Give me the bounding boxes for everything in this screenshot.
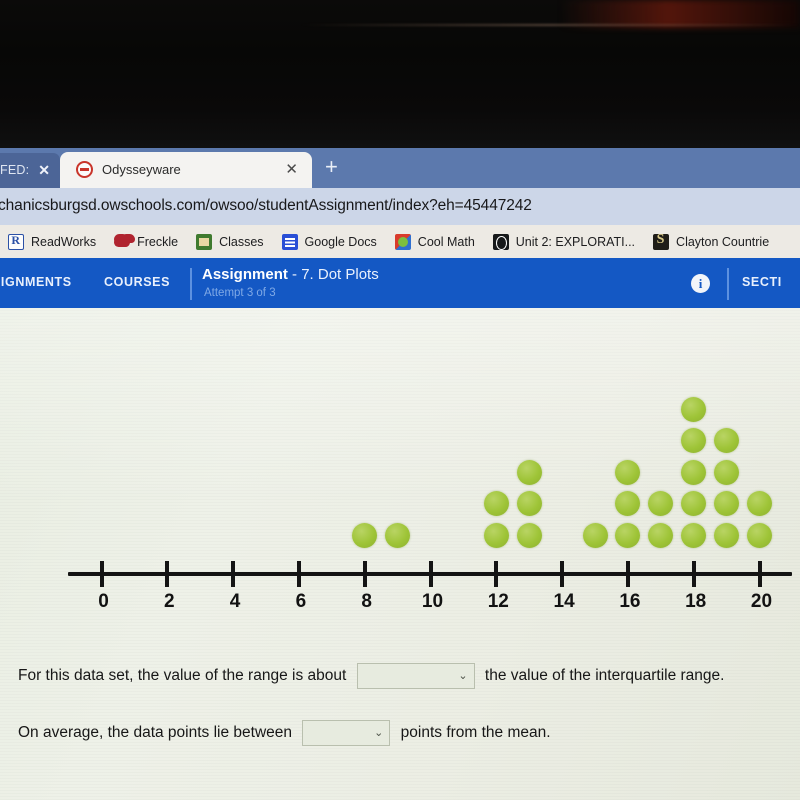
axis-tick: [625, 561, 630, 587]
axis-tick: [165, 561, 170, 587]
axis-tick-label: 16: [619, 591, 641, 612]
dot-plot-dot: [516, 491, 542, 516]
axis-tick-label: 6: [295, 591, 307, 612]
screenshot-root: FED: ✕ Odysseyware ✕ + chanicsburgsd.ows…: [0, 0, 800, 800]
question-2-prefix: On average, the data points lie between: [18, 724, 293, 741]
axis-tick-label: 10: [421, 591, 444, 612]
axis-tick-label: 12: [487, 591, 509, 612]
question-2-dropdown[interactable]: ⌄: [302, 720, 391, 746]
dot-plot-dot: [516, 522, 542, 548]
question-2: On average, the data points lie between …: [18, 720, 551, 746]
dot-plot-dot: [483, 522, 509, 548]
dot-plot-dot: [747, 491, 772, 516]
dot-plot-dot: [352, 522, 378, 548]
question-1-suffix: the value of the interquartile range.: [484, 667, 725, 684]
axis-tick-label: 4: [229, 591, 241, 612]
axis-tick-label: 14: [553, 591, 575, 612]
dot-plot-dot: [385, 522, 411, 548]
dot-plot-dot: [516, 459, 542, 485]
dot-plot-dot: [681, 459, 707, 485]
axis-tick: [691, 561, 696, 587]
question-2-suffix: points from the mean.: [400, 724, 551, 741]
dot-plot-dot: [615, 522, 641, 548]
dot-plot-dot: [483, 491, 509, 516]
dot-plot-dot: [681, 522, 707, 548]
axis-tick: [362, 561, 367, 587]
question-1: For this data set, the value of the rang…: [18, 663, 724, 689]
axis-tick-label: 20: [750, 591, 773, 612]
question-1-dropdown[interactable]: ⌄: [356, 663, 475, 689]
dot-plot-dot: [615, 459, 641, 485]
paper-sheen: [0, 308, 800, 508]
dot-plot-dot: [714, 491, 740, 516]
dot-plot-dot: [714, 522, 740, 548]
dot-plot-dot: [714, 459, 740, 485]
axis-tick-label: 18: [685, 591, 707, 612]
dot-plot-chart: 0 2 4 6 8 10 12 14 16 18 20: [0, 0, 800, 612]
dot-plot-dot: [747, 522, 772, 548]
axis-tick: [494, 561, 499, 587]
dot-plot-dot: [648, 522, 674, 548]
axis-tick: [757, 561, 762, 587]
dot-plot-dot: [582, 522, 608, 548]
axis-tick: [560, 561, 565, 587]
chevron-down-icon: ⌄: [458, 670, 468, 682]
axis-tick: [99, 561, 104, 587]
axis-tick: [296, 561, 301, 587]
question-1-prefix: For this data set, the value of the rang…: [18, 667, 347, 684]
axis-tick-label: 8: [361, 591, 372, 612]
dot-plot-dot: [714, 428, 740, 453]
chevron-down-icon: ⌄: [374, 727, 384, 739]
axis-tick: [231, 561, 236, 587]
axis-tick: [428, 561, 433, 587]
axis-tick-label: 2: [164, 591, 175, 612]
dot-plot-dot: [681, 396, 707, 422]
axis-tick-label: 0: [98, 591, 109, 612]
